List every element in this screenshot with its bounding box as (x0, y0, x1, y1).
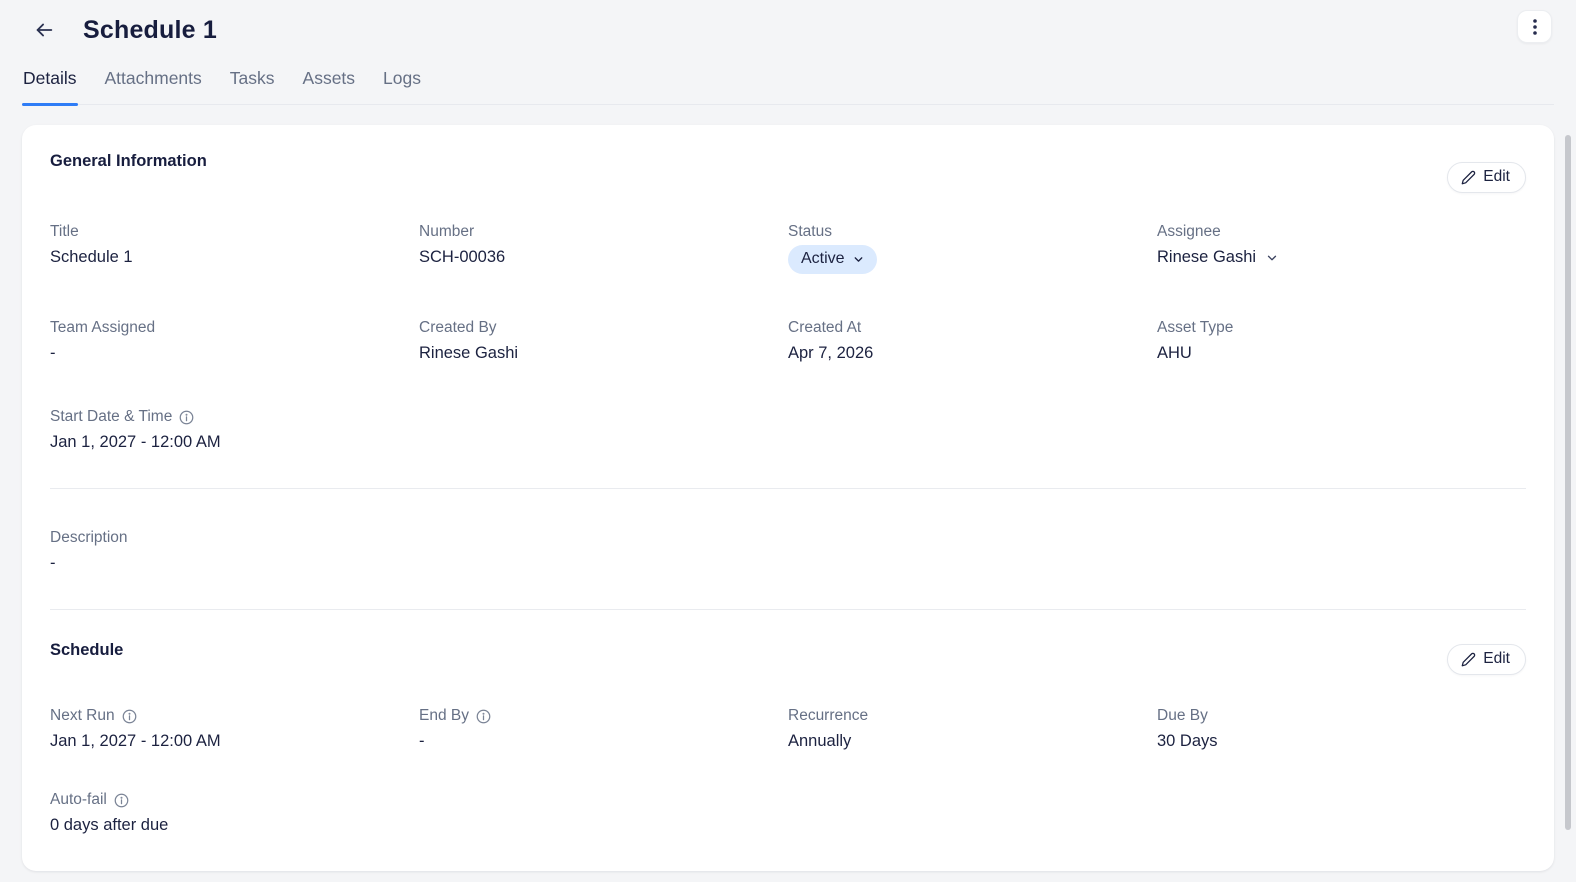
info-icon[interactable] (122, 709, 137, 724)
tab-tasks[interactable]: Tasks (229, 62, 276, 104)
tab-bar: Details Attachments Tasks Assets Logs (22, 62, 1554, 106)
field-start-date-time-label-line: Start Date & Time (50, 408, 419, 426)
details-card: General Information Edit Title Schedule … (22, 125, 1554, 871)
field-title-value: Schedule 1 (50, 248, 133, 266)
field-created-by: Created By Rinese Gashi (419, 319, 788, 363)
field-status-label: Status (788, 223, 832, 240)
section-divider (50, 488, 1526, 489)
field-status: Status Active (788, 223, 1157, 274)
field-recurrence-value: Annually (788, 732, 852, 750)
general-information-edit-button[interactable]: Edit (1447, 162, 1526, 193)
section-divider (50, 609, 1526, 610)
field-asset-type: Asset Type AHU (1157, 319, 1526, 363)
field-created-by-label: Created By (419, 319, 497, 336)
field-description-value: - (50, 554, 56, 572)
tab-details[interactable]: Details (22, 62, 78, 106)
field-start-date-time-value: Jan 1, 2027 - 12:00 AM (50, 433, 221, 451)
edit-button-label: Edit (1483, 168, 1510, 185)
field-start-date-time-label: Start Date & Time (50, 408, 173, 425)
schedule-edit-button[interactable]: Edit (1447, 644, 1526, 675)
field-next-run-label: Next Run (50, 707, 115, 724)
field-end-by: End By - (419, 707, 788, 751)
field-description: Description - (50, 529, 1526, 573)
field-auto-fail: Auto-fail 0 days after due (50, 791, 419, 835)
more-actions-button[interactable] (1517, 10, 1552, 43)
field-team-assigned-value: - (50, 344, 56, 362)
info-icon[interactable] (476, 709, 491, 724)
field-end-by-value: - (419, 732, 425, 750)
status-dropdown[interactable]: Active (788, 245, 877, 274)
field-next-run-label-line: Next Run (50, 707, 419, 725)
tab-attachments[interactable]: Attachments (104, 62, 203, 104)
tab-assets[interactable]: Assets (302, 62, 357, 104)
field-end-by-label-line: End By (419, 707, 788, 725)
field-recurrence-label: Recurrence (788, 707, 869, 724)
field-number-label: Number (419, 223, 475, 240)
field-title-label: Title (50, 223, 79, 240)
assignee-name: Rinese Gashi (1157, 248, 1257, 266)
field-next-run-value: Jan 1, 2027 - 12:00 AM (50, 732, 221, 750)
field-next-run: Next Run Jan 1, 2027 - 12:00 AM (50, 707, 419, 751)
field-assignee-label: Assignee (1157, 223, 1221, 240)
field-asset-type-value: AHU (1157, 344, 1192, 362)
field-created-at-label: Created At (788, 319, 862, 336)
field-auto-fail-value: 0 days after due (50, 816, 169, 834)
field-description-label: Description (50, 529, 128, 546)
field-assignee: Assignee Rinese Gashi (1157, 223, 1526, 274)
field-recurrence: Recurrence Annually (788, 707, 1157, 751)
field-title: Title Schedule 1 (50, 223, 419, 274)
field-created-at-value: Apr 7, 2026 (788, 344, 874, 362)
field-number-value: SCH-00036 (419, 248, 506, 266)
kebab-menu-icon (1532, 18, 1537, 35)
info-icon[interactable] (179, 410, 194, 425)
status-badge: Active (801, 250, 845, 267)
schedule-fields-grid: Next Run Jan 1, 2027 - 12:00 AM End By -… (50, 707, 1526, 835)
vertical-scrollbar[interactable] (1565, 135, 1571, 830)
edit-button-label: Edit (1483, 650, 1510, 667)
general-fields-grid: Title Schedule 1 Number SCH-00036 Status… (50, 223, 1526, 452)
field-due-by-value: 30 Days (1157, 732, 1218, 750)
field-auto-fail-label-line: Auto-fail (50, 791, 419, 809)
schedule-heading: Schedule (50, 641, 124, 659)
field-due-by-label: Due By (1157, 707, 1208, 724)
page-title: Schedule 1 (83, 15, 217, 44)
field-asset-type-label: Asset Type (1157, 319, 1234, 336)
assignee-dropdown[interactable]: Rinese Gashi (1157, 248, 1279, 267)
field-team-assigned: Team Assigned - (50, 319, 419, 363)
back-button[interactable] (30, 16, 58, 44)
field-team-assigned-label: Team Assigned (50, 319, 156, 336)
general-information-heading: General Information (50, 152, 207, 170)
general-information-section-header: General Information Edit (50, 125, 1526, 193)
chevron-down-icon (852, 253, 865, 266)
field-number: Number SCH-00036 (419, 223, 788, 274)
field-created-at: Created At Apr 7, 2026 (788, 319, 1157, 363)
pencil-icon (1461, 652, 1476, 667)
tab-logs[interactable]: Logs (382, 62, 422, 104)
field-auto-fail-label: Auto-fail (50, 791, 107, 808)
info-icon[interactable] (114, 793, 129, 808)
chevron-down-icon (1265, 251, 1279, 265)
field-end-by-label: End By (419, 707, 469, 724)
field-created-by-value: Rinese Gashi (419, 344, 519, 362)
schedule-section-header: Schedule Edit (50, 614, 1526, 675)
pencil-icon (1461, 170, 1476, 185)
field-start-date-time: Start Date & Time Jan 1, 2027 - 12:00 AM (50, 408, 419, 452)
field-due-by: Due By 30 Days (1157, 707, 1526, 751)
arrow-left-icon (33, 19, 55, 41)
page-header: Schedule 1 (0, 0, 1576, 48)
